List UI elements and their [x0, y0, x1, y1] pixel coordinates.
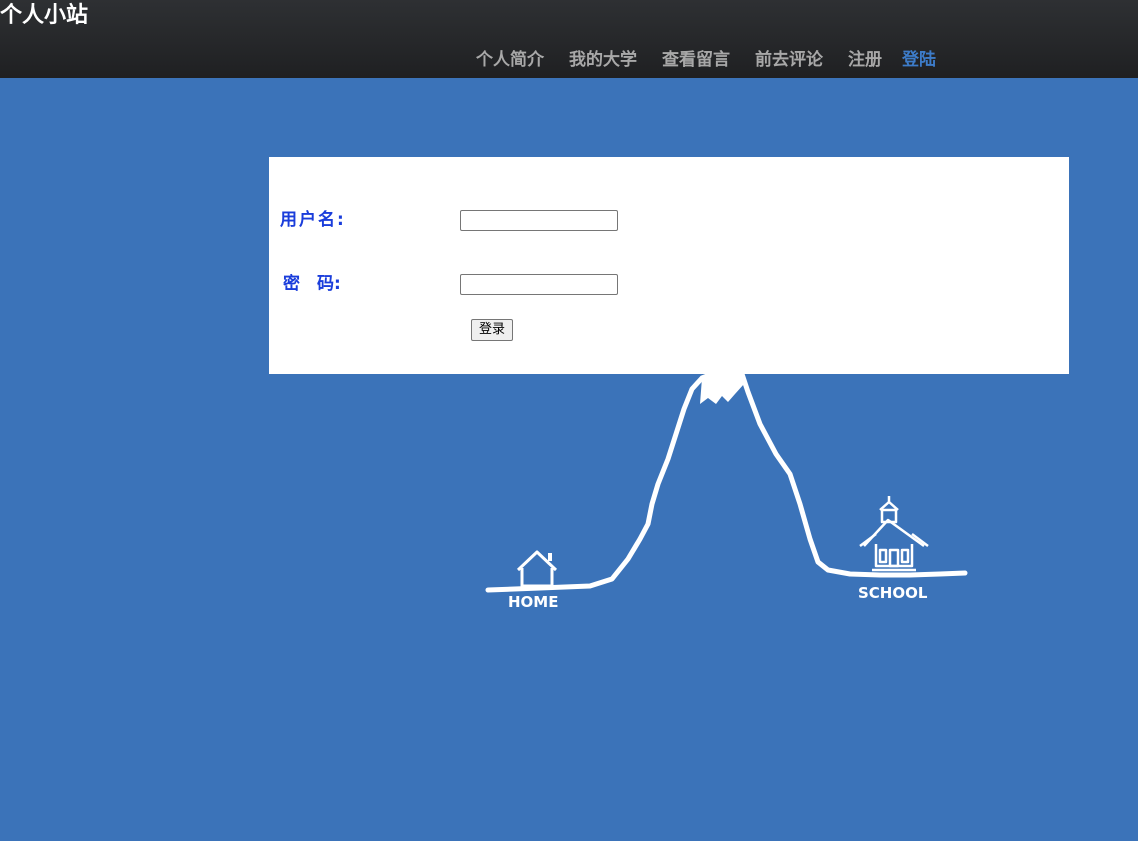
nav-link-profile[interactable]: 个人简介 [476, 48, 544, 72]
home-icon [516, 550, 558, 588]
school-icon [859, 496, 929, 572]
top-navbar: 个人小站 个人简介 我的大学 查看留言 前去评论 注册 登陆 [0, 0, 1138, 78]
username-label: 用户名: [280, 210, 346, 230]
password-label: 密 码: [283, 274, 341, 294]
login-button[interactable]: 登录 [471, 319, 514, 341]
nav-link-login[interactable]: 登陆 [902, 48, 936, 72]
mountain-path-line [485, 374, 715, 593]
nav-link-comment[interactable]: 前去评论 [755, 48, 823, 72]
nav-link-register[interactable]: 注册 [848, 48, 882, 72]
home-to-school-mountain-illustration: HOME SCHOOL [485, 374, 968, 611]
nav-link-view-messages[interactable]: 查看留言 [662, 48, 730, 72]
mountain-peak [700, 374, 744, 404]
username-input[interactable] [460, 210, 618, 231]
site-title: 个人小站 [0, 3, 89, 28]
login-panel: 用户名: 密 码: 登录 [269, 157, 1069, 374]
mountain-path-line-right [739, 374, 968, 578]
nav-link-my-university[interactable]: 我的大学 [569, 48, 637, 72]
school-label: SCHOOL [858, 584, 928, 602]
main-nav: 个人简介 我的大学 查看留言 前去评论 注册 登陆 [476, 48, 936, 72]
home-label: HOME [508, 593, 558, 611]
password-input[interactable] [460, 274, 618, 295]
